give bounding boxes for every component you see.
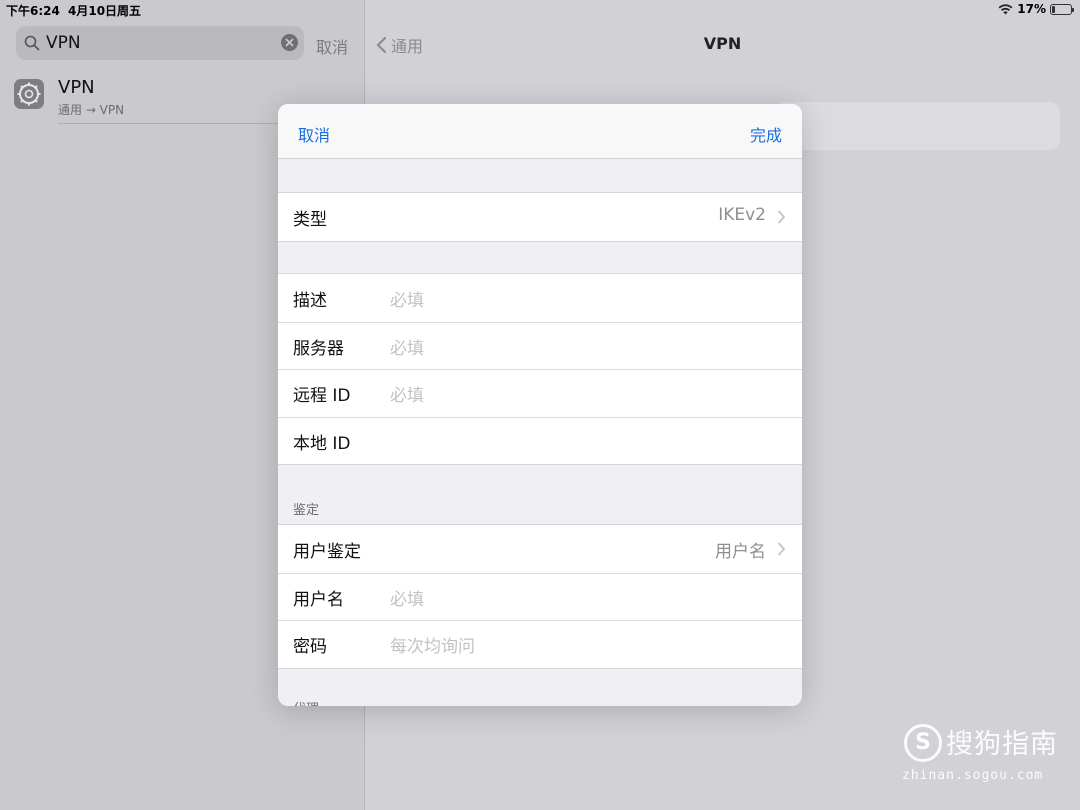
auth-group: 用户鉴定 用户名 用户名 必填 密码 每次均询问 (278, 524, 802, 669)
username-field[interactable]: 必填 (390, 585, 424, 610)
status-time: 下午6:24 (6, 4, 60, 18)
remote-id-label: 远程 ID (293, 386, 351, 406)
settings-gear-icon (14, 79, 44, 109)
server-group: 描述 必填 服务器 必填 远程 ID 必填 本地 ID (278, 273, 802, 465)
wifi-icon (998, 3, 1013, 14)
server-row[interactable]: 服务器 必填 (278, 321, 802, 370)
battery-icon (1050, 3, 1074, 15)
battery-level (1052, 5, 1056, 13)
modal-nav-bar: 取消 完成 (278, 104, 802, 159)
type-label: 类型 (293, 210, 327, 230)
sogou-logo-icon: S (904, 724, 942, 762)
local-id-row[interactable]: 本地 ID (278, 416, 802, 465)
status-indicators: 17% (998, 2, 1074, 16)
password-label: 密码 (293, 637, 327, 657)
done-button[interactable]: 完成 (750, 122, 782, 146)
chevron-right-icon (778, 542, 785, 556)
vpn-config-modal: 取消 完成 类型 IKEv2 描述 必填 服务器 必填 远程 ID 必填 本地 … (278, 104, 802, 706)
type-row[interactable]: 类型 IKEv2 (278, 193, 802, 241)
server-label: 服务器 (293, 338, 344, 359)
type-value: IKEv2 (718, 205, 766, 225)
status-bar: 下午6:24 4月10日周五 17% (0, 0, 1080, 20)
auth-section-header: 鉴定 (293, 503, 320, 518)
server-field[interactable]: 必填 (390, 334, 424, 359)
user-auth-value: 用户名 (715, 542, 766, 562)
remote-id-field[interactable]: 必填 (390, 381, 424, 406)
battery-percent: 17% (1017, 2, 1046, 16)
user-auth-row[interactable]: 用户鉴定 用户名 (278, 525, 802, 573)
watermark: S 搜狗指南 zhinan.sogou.com (902, 722, 1064, 792)
user-auth-label: 用户鉴定 (293, 542, 361, 562)
description-label: 描述 (293, 291, 327, 311)
remote-id-row[interactable]: 远程 ID 必填 (278, 369, 802, 417)
username-row[interactable]: 用户名 必填 (278, 572, 802, 621)
background-cell (780, 102, 1060, 150)
chevron-right-icon (778, 210, 785, 224)
page-title: VPN (703, 34, 742, 53)
result-subtitle: 通用 → VPN (58, 103, 125, 117)
status-date: 4月10日周五 (68, 4, 142, 18)
result-title: VPN (58, 77, 95, 98)
local-id-label: 本地 ID (293, 433, 351, 454)
description-field[interactable]: 必填 (390, 286, 424, 311)
description-row[interactable]: 描述 必填 (278, 274, 802, 322)
password-field[interactable]: 每次均询问 (390, 632, 475, 657)
watermark-brand: 搜狗指南 (946, 729, 1058, 760)
proxy-section-header: 代理 (293, 698, 319, 706)
type-group: 类型 IKEv2 (278, 192, 802, 242)
watermark-url: zhinan.sogou.com (902, 768, 1044, 783)
cancel-button[interactable]: 取消 (298, 122, 330, 146)
username-label: 用户名 (293, 589, 344, 610)
password-row[interactable]: 密码 每次均询问 (278, 620, 802, 668)
